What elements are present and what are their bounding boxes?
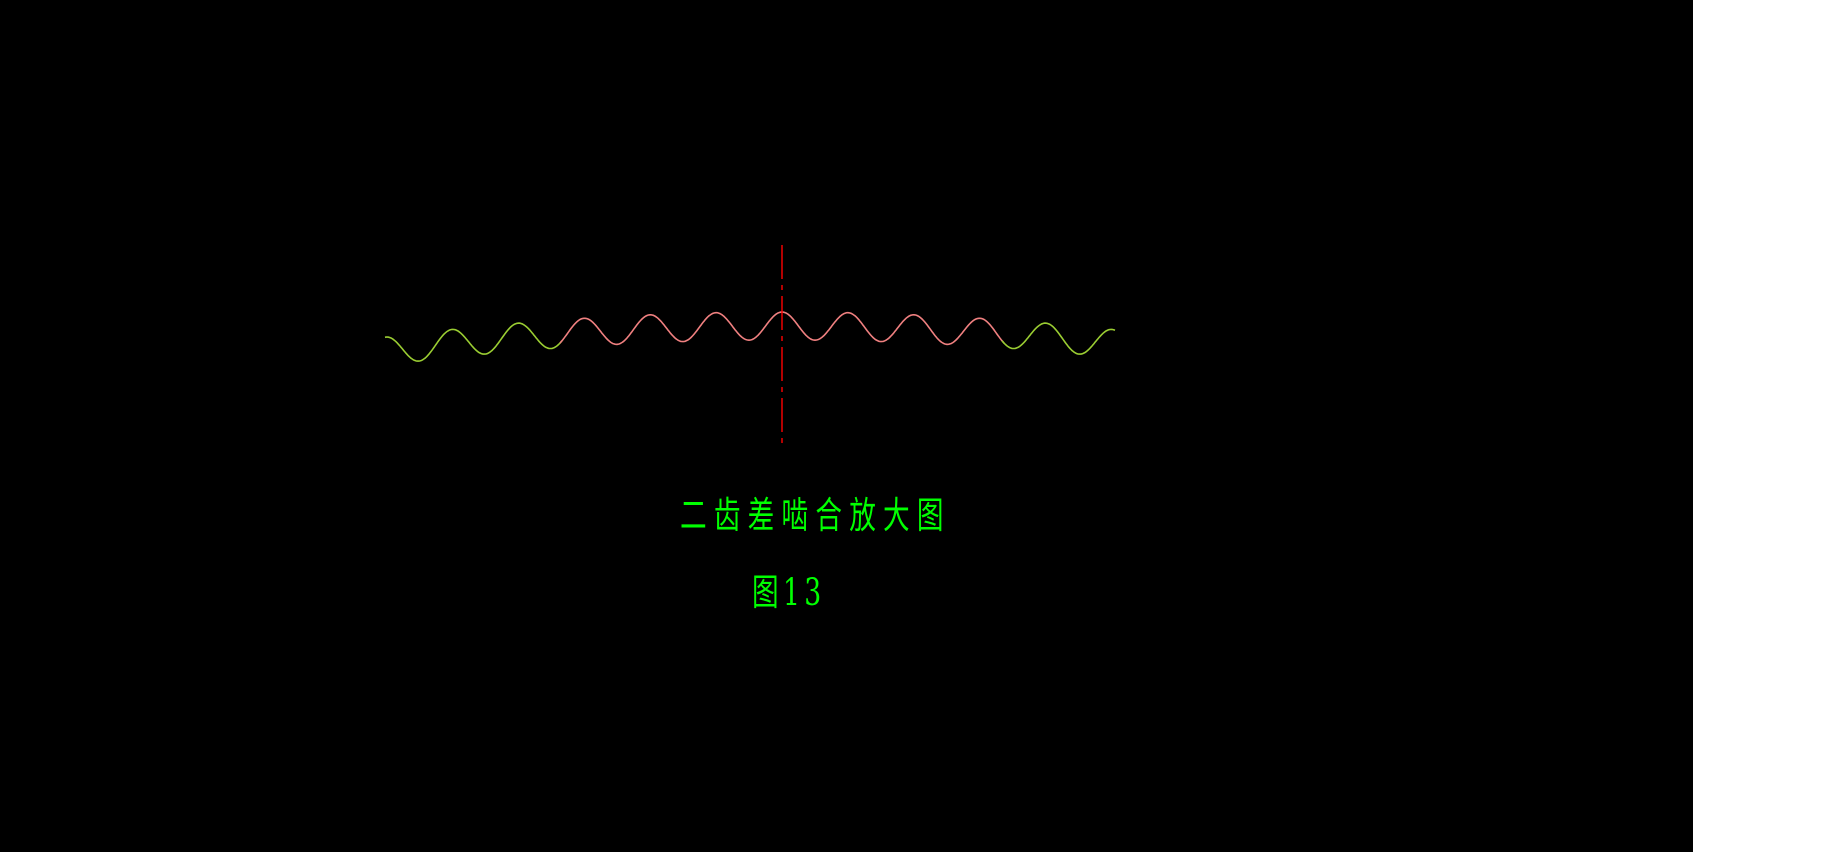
- page-margin: [1693, 0, 1833, 852]
- gear-mesh-diagram: [384, 245, 1116, 445]
- diagram-title: 二齿差啮合放大图: [680, 494, 951, 537]
- tooth-profile-outer-right: [1001, 322, 1116, 355]
- figure-label: 图13: [752, 571, 826, 614]
- tooth-profile-outer-left: [384, 322, 563, 362]
- cad-drawing-canvas: [0, 0, 1693, 852]
